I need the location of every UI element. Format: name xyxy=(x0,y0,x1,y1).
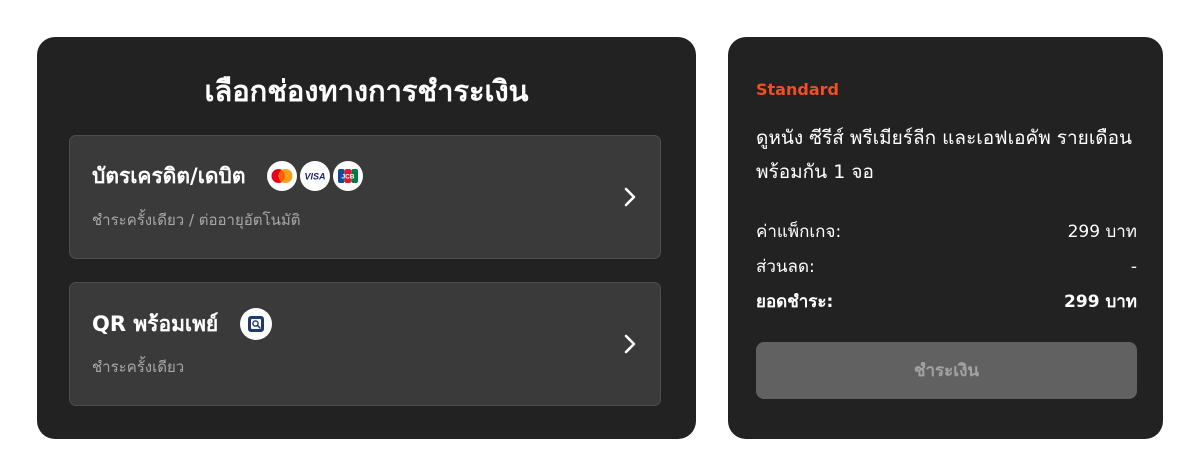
mastercard-icon xyxy=(267,161,298,191)
chevron-right-icon xyxy=(624,334,636,354)
qr-scan-icon xyxy=(240,308,273,340)
total-row: ยอดชำระ: 299 บาท xyxy=(756,287,1137,317)
discount-value: - xyxy=(1130,257,1137,277)
package-price-row: ค่าแพ็กเกจ: 299 บาท xyxy=(756,217,1137,247)
chevron-right-icon xyxy=(624,187,636,207)
jcb-text: JCB xyxy=(342,174,355,181)
qr-promptpay-subtitle: ชำระครั้งเดียว xyxy=(92,358,185,376)
qr-promptpay-title: QR พร้อมเพย์ xyxy=(92,308,273,340)
credit-debit-card-label: บัตรเครดิต/เดบิต xyxy=(92,164,246,188)
payment-method-title: เลือกช่องทางการชำระเงิน xyxy=(204,74,529,108)
order-summary-panel: Standard ดูหนัง ซีรีส์ พรีเมียร์ลีก และเ… xyxy=(728,37,1163,439)
jcb-icon: JCB xyxy=(333,161,364,191)
total-label: ยอดชำระ: xyxy=(756,292,834,312)
qr-promptpay-option[interactable]: QR พร้อมเพย์ ชำระครั้งเดียว xyxy=(69,282,661,406)
total-value: 299 บาท xyxy=(1064,292,1137,312)
discount-row: ส่วนลด: - xyxy=(756,252,1137,282)
credit-debit-card-subtitle: ชำระครั้งเดียว / ต่ออายุอัตโนมัติ xyxy=(92,211,301,229)
payment-method-panel: เลือกช่องทางการชำระเงิน บัตรเครดิต/เดบิต… xyxy=(37,37,696,439)
package-price-label: ค่าแพ็กเกจ: xyxy=(756,222,842,242)
card-brand-logos: VISA JCB xyxy=(267,161,364,191)
discount-label: ส่วนลด: xyxy=(756,257,815,277)
visa-text: VISA xyxy=(305,172,326,182)
visa-icon: VISA xyxy=(300,161,331,191)
package-price-value: 299 บาท xyxy=(1067,222,1137,242)
credit-debit-card-title: บัตรเครดิต/เดบิต VISA JCB xyxy=(92,161,364,191)
credit-debit-card-option[interactable]: บัตรเครดิต/เดบิต VISA JCB ชำระครั้งเดียว… xyxy=(69,135,661,259)
pay-button[interactable]: ชำระเงิน xyxy=(756,342,1137,399)
plan-description: ดูหนัง ซีรีส์ พรีเมียร์ลีก และเอฟเอคัพ ร… xyxy=(756,127,1133,183)
qr-promptpay-label: QR พร้อมเพย์ xyxy=(92,312,219,336)
plan-name: Standard xyxy=(756,80,839,99)
